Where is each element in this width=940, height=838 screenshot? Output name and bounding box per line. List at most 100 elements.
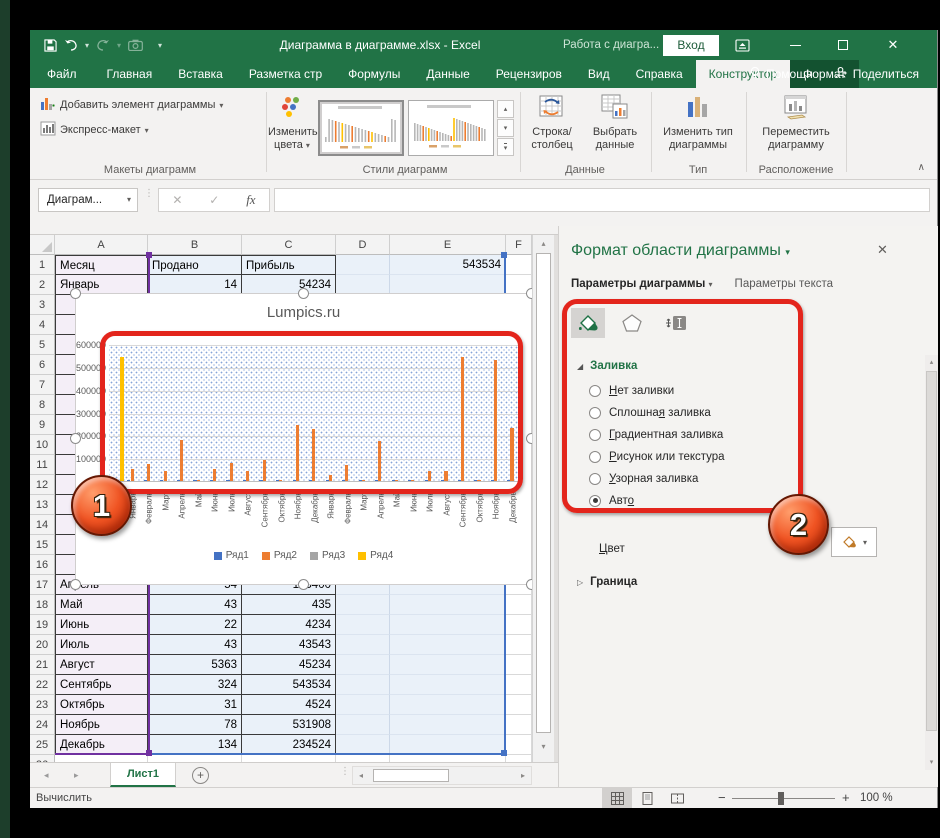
ribbon-tab-Справка[interactable]: Справка (623, 60, 696, 88)
cell-C24[interactable]: 531908 (242, 715, 336, 735)
legend-item-Ряд1[interactable]: Ряд1 (214, 550, 249, 561)
row-header-15[interactable]: 15 (30, 535, 55, 555)
cell-A21[interactable]: Август (55, 655, 148, 675)
cell-D2[interactable] (336, 275, 390, 295)
maximize-button[interactable] (826, 30, 860, 60)
collapse-ribbon-icon[interactable]: ∧ (918, 162, 925, 173)
chart-handle-top-left[interactable] (70, 288, 81, 299)
cell-D1[interactable] (336, 255, 390, 275)
cell-C2[interactable]: 54234 (242, 275, 336, 295)
cell-C22[interactable]: 543534 (242, 675, 336, 695)
cell-B2[interactable]: 14 (148, 275, 242, 295)
select-data-button[interactable]: Выбрать данные (586, 94, 644, 152)
window-close-button[interactable]: ✕ (876, 30, 910, 60)
cell-A24[interactable]: Ноябрь (55, 715, 148, 735)
cell-C19[interactable]: 4234 (242, 615, 336, 635)
cell-E24[interactable] (390, 715, 506, 735)
cell-E21[interactable] (390, 655, 506, 675)
row-header-11[interactable]: 11 (30, 455, 55, 475)
cell-B22[interactable]: 324 (148, 675, 242, 695)
enter-icon[interactable]: ✓ (209, 193, 219, 207)
cell-B20[interactable]: 43 (148, 635, 242, 655)
cell-E20[interactable] (390, 635, 506, 655)
row-column-button[interactable]: Строка/ столбец (524, 94, 580, 152)
save-icon[interactable] (44, 39, 57, 52)
chart-legend[interactable]: Ряд1 Ряд2 Ряд3 Ряд4 (76, 550, 531, 561)
cell-D25[interactable] (336, 735, 390, 755)
cell-D20[interactable] (336, 635, 390, 655)
ribbon-tab-Вид[interactable]: Вид (575, 60, 623, 88)
cell-D24[interactable] (336, 715, 390, 735)
cell-B23[interactable]: 31 (148, 695, 242, 715)
column-header-D[interactable]: D (336, 235, 390, 255)
vertical-scroll-thumb[interactable] (536, 253, 551, 733)
cell-A18[interactable]: Май (55, 595, 148, 615)
scroll-down-button[interactable]: ▾ (533, 738, 554, 755)
cell-A22[interactable]: Сентябрь (55, 675, 148, 695)
cell-A1[interactable]: Месяц (55, 255, 148, 275)
change-colors-button[interactable]: Изменить цвета ▾ (268, 94, 316, 152)
tab-text-options[interactable]: Параметры текста (735, 278, 833, 290)
change-chart-type-button[interactable]: Изменить тип диаграммы (657, 94, 739, 152)
cell-C20[interactable]: 43543 (242, 635, 336, 655)
zoom-in-icon[interactable]: + (842, 788, 850, 808)
cell-D19[interactable] (336, 615, 390, 635)
row-header-23[interactable]: 23 (30, 695, 55, 715)
row-header-25[interactable]: 25 (30, 735, 55, 755)
normal-view-icon[interactable] (602, 788, 632, 808)
tab-chart-options[interactable]: Параметры диаграммы ▾ (571, 278, 713, 290)
cell-F23[interactable] (506, 695, 532, 715)
cell-C25[interactable]: 234524 (242, 735, 336, 755)
cell-C21[interactable]: 45234 (242, 655, 336, 675)
column-header-A[interactable]: A (55, 235, 148, 255)
pane-scroll-thumb[interactable] (926, 371, 937, 731)
customize-qat-icon[interactable]: ▾ (158, 41, 162, 50)
row-header-5[interactable]: 5 (30, 335, 55, 355)
scroll-left-button[interactable]: ◂ (353, 767, 369, 784)
ribbon-tab-Файл[interactable]: Файл (30, 60, 94, 88)
cell-F22[interactable] (506, 675, 532, 695)
row-header-19[interactable]: 19 (30, 615, 55, 635)
insert-function-icon[interactable]: fx (246, 192, 255, 208)
undo-caret-icon[interactable]: ▾ (85, 41, 89, 50)
chart-handle-left-mid[interactable] (70, 433, 81, 444)
cell-A19[interactable]: Июнь (55, 615, 148, 635)
cell-B24[interactable]: 78 (148, 715, 242, 735)
ribbon-tab-Данные[interactable]: Данные (413, 60, 482, 88)
sheet-tab-list1[interactable]: Лист1 (110, 763, 176, 787)
cell-A20[interactable]: Июль (55, 635, 148, 655)
add-chart-element-button[interactable]: Добавить элемент диаграммы ▾ (40, 96, 223, 114)
cell-D18[interactable] (336, 595, 390, 615)
cell-C18[interactable]: 435 (242, 595, 336, 615)
legend-item-Ряд4[interactable]: Ряд4 (358, 550, 393, 561)
ribbon-display-options-button[interactable] (725, 30, 759, 60)
cell-F20[interactable] (506, 635, 532, 655)
cell-E1[interactable]: 543534 (390, 255, 506, 275)
cell-E25[interactable] (390, 735, 506, 755)
cell-F24[interactable] (506, 715, 532, 735)
ribbon-tab-Разметка стр[interactable]: Разметка стр (236, 60, 335, 88)
horizontal-scroll-thumb[interactable] (373, 769, 449, 782)
sheet-vertical-scrollbar[interactable]: ▴ ▾ (532, 235, 554, 762)
purple-range-handle[interactable] (146, 750, 152, 756)
camera-icon[interactable] (128, 39, 143, 51)
cell-F25[interactable] (506, 735, 532, 755)
chart-title[interactable]: Lumpics.ru (76, 304, 531, 321)
undo-icon[interactable] (64, 39, 78, 51)
horizontal-scrollbar[interactable]: ◂ ▸ (352, 766, 532, 785)
minimize-button[interactable] (778, 30, 812, 60)
legend-item-Ряд2[interactable]: Ряд2 (262, 550, 297, 561)
zoom-out-icon[interactable]: − (718, 788, 726, 808)
sheet-nav-left-icon[interactable]: ◂ (44, 763, 49, 788)
column-header-E[interactable]: E (390, 235, 506, 255)
cell-D21[interactable] (336, 655, 390, 675)
cell-F18[interactable] (506, 595, 532, 615)
row-header-7[interactable]: 7 (30, 375, 55, 395)
chart-style-thumbnail-2[interactable] (408, 100, 494, 156)
row-header-24[interactable]: 24 (30, 715, 55, 735)
sheet-nav-right-icon[interactable]: ▸ (74, 763, 79, 788)
cell-B18[interactable]: 43 (148, 595, 242, 615)
legend-item-Ряд3[interactable]: Ряд3 (310, 550, 345, 561)
cell-D22[interactable] (336, 675, 390, 695)
redo-caret-icon[interactable]: ▾ (117, 41, 121, 50)
